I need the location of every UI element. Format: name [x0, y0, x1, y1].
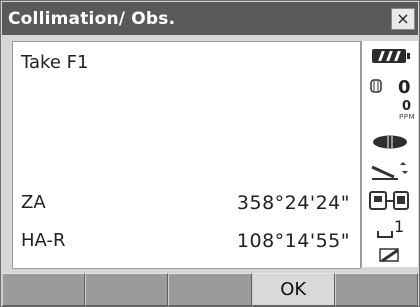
dialog-window: Collimation/ Obs. × Take F1 ZA 358°24'24… — [0, 0, 420, 307]
ha-r-label: HA-R — [21, 230, 66, 251]
softkey-bar: OK — [2, 273, 419, 306]
softkey-f1[interactable] — [2, 273, 86, 306]
ppm-unit-label: PPM — [399, 113, 415, 121]
shift-indicator-value: 1 — [394, 217, 405, 236]
measurement-row-ha-r: HA-R 108°14'55" — [13, 230, 360, 256]
ha-r-value: 108°14'55" — [236, 230, 350, 252]
tilt-icon — [371, 162, 408, 180]
laser-icon — [373, 135, 407, 149]
instruction-message: Take F1 — [21, 52, 89, 73]
close-button[interactable]: × — [391, 8, 415, 30]
ok-button[interactable]: OK — [251, 273, 335, 306]
pencil-icon — [379, 248, 399, 263]
softkey-f2[interactable] — [85, 273, 169, 306]
prism-constant-value: 0 — [398, 77, 411, 98]
observation-panel: Take F1 ZA 358°24'24" HA-R 108°14'55" — [12, 41, 361, 269]
measurement-row-za: ZA 358°24'24" — [13, 192, 360, 218]
window-title: Collimation/ Obs. — [8, 9, 176, 29]
title-bar: Collimation/ Obs. × — [2, 2, 418, 35]
za-value: 358°24'24" — [236, 192, 350, 214]
battery-icon — [372, 49, 410, 63]
prism-icon — [370, 79, 382, 93]
softkey-f5[interactable] — [334, 273, 419, 306]
shift-indicator: 1 — [376, 217, 406, 241]
ppm-value: 0 — [402, 99, 412, 114]
status-bar: 0 0 PPM 1 — [361, 41, 418, 267]
za-label: ZA — [21, 192, 46, 213]
softkey-f3[interactable] — [168, 273, 252, 306]
connection-icon — [369, 191, 409, 210]
